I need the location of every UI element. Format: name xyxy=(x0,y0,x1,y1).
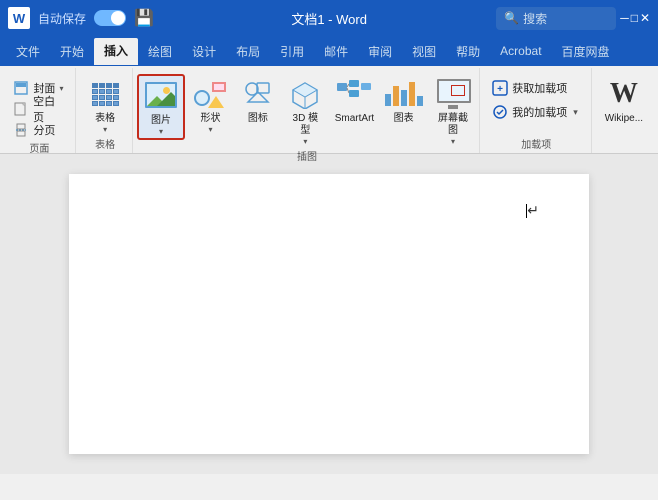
title-bar-left: W 自动保存 💾 xyxy=(8,7,222,29)
image-label: 图片 xyxy=(151,115,171,127)
ribbon-group-table: 表格 ▾ 表格 xyxy=(78,68,133,153)
shape-arrow: ▾ xyxy=(208,125,212,134)
table-group-label: 表格 xyxy=(95,136,115,153)
screenshot-label: 屏幕截图 xyxy=(433,113,472,137)
title-bar: W 自动保存 💾 文档1 - Word 🔍 搜索 ─ □ ✕ xyxy=(0,0,658,36)
addons-group-label: 加载项 xyxy=(521,136,551,153)
my-addons-arrow: ▾ xyxy=(573,107,578,118)
tab-acrobat[interactable]: Acrobat xyxy=(490,40,551,62)
ribbon-group-pages: 封面 ▾ 空白页 分页 页面 xyxy=(4,68,76,153)
chart-button[interactable]: 图表 xyxy=(382,74,425,127)
table-items: 表格 ▾ xyxy=(83,70,127,136)
ribbon-group-wikipedia: W Wikipe... xyxy=(594,68,654,153)
image-icon xyxy=(143,78,179,114)
close-button[interactable]: ✕ xyxy=(640,12,650,24)
table-label: 表格 xyxy=(95,113,115,125)
page-break-label: 分页 xyxy=(33,122,55,138)
cover-arrow: ▾ xyxy=(59,84,63,93)
tab-mailings[interactable]: 邮件 xyxy=(314,39,358,64)
wikipedia-items: W Wikipe... xyxy=(599,70,649,151)
toggle-knob xyxy=(111,11,125,25)
blank-page-icon xyxy=(13,101,29,117)
get-addons-icon: + xyxy=(492,80,508,96)
tab-references[interactable]: 引用 xyxy=(270,39,314,64)
tab-view[interactable]: 视图 xyxy=(402,39,446,64)
get-addons-label: 获取加载项 xyxy=(512,80,567,96)
smartart-button[interactable]: SmartArt xyxy=(331,74,378,127)
pages-buttons: 封面 ▾ 空白页 分页 xyxy=(9,74,69,140)
shape-icon xyxy=(192,76,228,112)
maximize-button[interactable]: □ xyxy=(631,12,638,24)
model3d-label: 3D 模型 xyxy=(288,113,323,137)
wikipedia-button[interactable]: W Wikipe... xyxy=(599,74,649,127)
page-break-button[interactable]: 分页 xyxy=(9,120,69,140)
tab-layout[interactable]: 布局 xyxy=(226,39,270,64)
model3d-button[interactable]: 3D 模型 ▾ xyxy=(284,74,327,148)
addon-buttons: + 获取加载项 我的加载项 ▾ xyxy=(486,74,586,122)
icon-label: 图标 xyxy=(248,113,268,125)
table-button[interactable]: 表格 ▾ xyxy=(83,74,127,136)
document-page[interactable]: ↵ xyxy=(69,174,589,454)
tab-review[interactable]: 审阅 xyxy=(358,39,402,64)
pages-group-label: 页面 xyxy=(29,140,49,157)
search-box[interactable]: 🔍 搜索 xyxy=(496,7,616,30)
table-arrow: ▾ xyxy=(103,125,107,134)
blank-page-button[interactable]: 空白页 xyxy=(9,99,69,119)
smartart-icon xyxy=(336,76,372,112)
tab-file[interactable]: 文件 xyxy=(6,39,50,64)
page-break-icon xyxy=(13,122,29,138)
tab-baidu[interactable]: 百度网盘 xyxy=(552,39,620,64)
tab-help[interactable]: 帮助 xyxy=(446,39,490,64)
wikipedia-icon: W xyxy=(606,76,642,112)
shape-button[interactable]: 形状 ▾ xyxy=(189,74,232,136)
model3d-icon xyxy=(287,76,323,112)
tab-home[interactable]: 开始 xyxy=(50,39,94,64)
chart-icon xyxy=(386,76,422,112)
cover-icon xyxy=(13,80,29,96)
search-icon: 🔍 xyxy=(504,11,519,25)
screenshot-arrow: ▾ xyxy=(451,137,455,146)
tab-insert[interactable]: 插入 xyxy=(94,38,138,65)
autosave-label: 自动保存 xyxy=(38,10,86,27)
table-icon xyxy=(87,76,123,112)
ribbon-group-addons: + 获取加载项 我的加载项 ▾ 加载项 xyxy=(482,68,592,153)
pages-items: 封面 ▾ 空白页 分页 xyxy=(9,70,69,140)
window-controls: ─ □ ✕ xyxy=(620,12,650,24)
save-icon[interactable]: 💾 xyxy=(134,8,154,28)
wikipedia-label: Wikipe... xyxy=(605,113,643,125)
search-placeholder: 搜索 xyxy=(523,10,547,27)
my-addons-button[interactable]: 我的加载项 ▾ xyxy=(486,102,584,122)
tab-design[interactable]: 设计 xyxy=(182,39,226,64)
document-area: ↵ xyxy=(0,154,658,474)
cursor-line xyxy=(526,204,527,218)
autosave-toggle[interactable] xyxy=(94,10,126,26)
smartart-label: SmartArt xyxy=(335,113,374,125)
icons-icon xyxy=(240,76,276,112)
cursor-mark: ↵ xyxy=(526,202,539,219)
image-arrow: ▾ xyxy=(159,127,163,136)
word-logo: W xyxy=(8,7,30,29)
svg-text:+: + xyxy=(497,84,503,95)
my-addons-label: 我的加载项 xyxy=(512,104,567,120)
ribbon-group-illustrations: 图片 ▾ 形状 ▾ xyxy=(135,68,479,153)
addons-items: + 获取加载项 我的加载项 ▾ xyxy=(486,70,586,136)
illustrations-group-label: 插图 xyxy=(297,148,317,165)
illustrations-items: 图片 ▾ 形状 ▾ xyxy=(137,70,476,148)
chart-label: 图表 xyxy=(394,113,414,125)
icon-button[interactable]: 图标 xyxy=(236,74,279,127)
ribbon-tabs: 文件 开始 插入 绘图 设计 布局 引用 邮件 审阅 视图 帮助 Acrobat… xyxy=(0,36,658,66)
document-title: 文档1 - Word xyxy=(222,9,436,28)
get-addons-button[interactable]: + 获取加载项 xyxy=(486,78,573,98)
screenshot-button[interactable]: 屏幕截图 ▾ xyxy=(429,74,476,148)
screenshot-icon xyxy=(435,76,471,112)
ribbon: 封面 ▾ 空白页 分页 页面 xyxy=(0,66,658,154)
shape-label: 形状 xyxy=(200,113,220,125)
minimize-button[interactable]: ─ xyxy=(620,12,629,24)
model3d-arrow: ▾ xyxy=(303,137,307,146)
image-button[interactable]: 图片 ▾ xyxy=(137,74,184,140)
tab-draw[interactable]: 绘图 xyxy=(138,39,182,64)
my-addons-icon xyxy=(492,104,508,120)
